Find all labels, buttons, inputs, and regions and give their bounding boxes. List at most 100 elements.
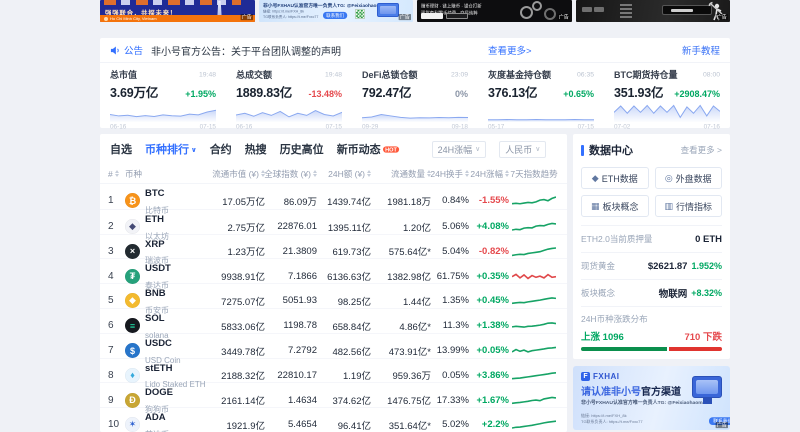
ad-banner-exchange[interactable]: 赚币理财 · 链上赚币 · 锁仓打新现货套利零手续费 · 交易纯粹 广告: [417, 0, 572, 22]
ad-banner-mining[interactable]: 广告: [576, 0, 731, 22]
data-center-more-link[interactable]: 查看更多 >: [681, 144, 722, 156]
column-header[interactable]: 24H涨幅: [469, 168, 509, 180]
change-24h: +0.45%: [469, 295, 509, 306]
column-header[interactable]: 币种: [125, 168, 205, 180]
column-header[interactable]: #: [108, 168, 125, 179]
filter-dropdown[interactable]: 24H涨幅: [432, 141, 487, 158]
table-row[interactable]: 5 ◆ BNB币安币 7275.07亿 5051.93 98.25亿 1.44亿…: [100, 283, 567, 308]
market-cap: 5833.06亿: [205, 319, 265, 333]
stat-value: 1889.83亿: [236, 82, 292, 101]
stat-card[interactable]: 灰度基金持仓额06:35 376.13亿+0.65% 05-1707-15: [478, 63, 604, 127]
circulating-supply: 1382.98亿: [371, 269, 431, 283]
table-row[interactable]: 7 $ USDCUSD Coin 3449.78亿 7.2792 482.56亿…: [100, 333, 567, 358]
coin-symbol: stETH: [145, 363, 172, 374]
stat-value: 376.13亿: [488, 82, 537, 101]
global-index-price: 22876.01: [265, 221, 317, 232]
table-row[interactable]: 6 ≡ SOLsolana 5833.06亿 1198.78 658.84亿 4…: [100, 308, 567, 333]
trend-sparkline: [512, 369, 556, 382]
banner-contact-button[interactable]: 联系我们: [323, 12, 347, 19]
stat-card[interactable]: 总成交额19:48 1889.83亿-13.48% 06-1607-15: [226, 63, 352, 127]
table-row[interactable]: 4 ₮ USDT泰达币 9938.91亿 7.1866 6136.63亿 138…: [100, 258, 567, 283]
banner-location: Ho Chi Minh City, Vietnam: [110, 16, 157, 21]
banner-deco: [620, 4, 632, 18]
volume-24h: 1.19亿: [317, 368, 371, 382]
sidebar-ad-banner[interactable]: FFXHAI 请认准非小号官方渠道 非小号FXHAU认准官方唯一负责人TG: @…: [573, 366, 730, 430]
stat-time: 19:48: [199, 71, 216, 79]
ad-banner-summit[interactable]: 强强联合，共探未来！ Ho Chi Minh City, Vietnam 广告: [100, 0, 255, 22]
beginner-tutorial-link[interactable]: 新手教程: [682, 43, 720, 57]
global-index-price: 1.4634: [265, 395, 317, 406]
data-center-row[interactable]: ETH2.0当前质押量 0 ETH: [581, 225, 722, 252]
tabs-row: 自选 币种排行 合约 热搜 历史高位 新币动态HOT 24H涨幅: [100, 134, 567, 164]
market-cap: 3449.78亿: [205, 344, 265, 358]
sidebar: 数据中心 查看更多 > ◆ETH数据 ◎外盘数据 ▦板块概念 ▥行情指标 ETH…: [573, 134, 730, 432]
turnover-24h: 1.35%: [431, 295, 469, 306]
row-change: +8.32%: [691, 288, 722, 298]
column-header[interactable]: 24H额 (¥): [317, 168, 371, 180]
coin-symbol: DOGE: [145, 387, 173, 398]
stat-sparkline: [488, 102, 594, 122]
data-center-button[interactable]: ◆ETH数据: [581, 167, 649, 189]
computer-graphic: [692, 376, 722, 398]
data-center-row[interactable]: 板块概念 物联网 +8.32%: [581, 279, 722, 306]
table-row[interactable]: 8 ♦ stETHLido Staked ETH 2188.32亿 22810.…: [100, 358, 567, 383]
column-header[interactable]: 24H换手: [431, 168, 469, 180]
data-center-row[interactable]: 现货黄金 $2621.87 1.952%: [581, 252, 722, 279]
tab[interactable]: 币种排行: [145, 141, 197, 157]
coin-icon: ₮: [125, 269, 140, 284]
ad-banner-fxh[interactable]: 非小号FXHAU认准官方唯一负责人TG: @Feixiaohaomak 链接: …: [259, 0, 414, 22]
tab[interactable]: 热搜: [245, 141, 267, 157]
table-row[interactable]: 2 ◆ ETH以太坊 2.75万亿 22876.01 1395.11亿 1.20…: [100, 209, 567, 234]
stat-card[interactable]: 总市值19:48 3.69万亿+1.95% 06-1607-15: [100, 63, 226, 127]
trend-sparkline: [512, 245, 556, 258]
stat-card[interactable]: DeFi总锁仓额23:09 792.47亿0% 09-2909-18: [352, 63, 478, 127]
market-cap: 2161.14亿: [205, 393, 265, 407]
stat-change: +0.65%: [563, 89, 594, 99]
market-stats-row: 总市值19:48 3.69万亿+1.95% 06-1607-15 总成交额19:…: [100, 63, 730, 127]
table-row[interactable]: 3 × XRP瑞波币 1.23万亿 21.3809 619.73亿 575.64…: [100, 234, 567, 259]
table-row[interactable]: 9 Ð DOGE狗狗币 2161.14亿 1.4634 374.62亿 1476…: [100, 382, 567, 407]
button-icon: ▥: [664, 201, 673, 212]
trend-sparkline: [512, 294, 556, 307]
stat-time: 23:09: [451, 71, 468, 79]
stat-sparkline: [614, 102, 720, 122]
view-more-link[interactable]: 查看更多>: [488, 43, 532, 57]
volume-24h: 96.41亿: [317, 418, 371, 432]
coin-symbol: SOL: [145, 313, 165, 324]
stat-label: BTC期货持仓量: [614, 68, 678, 81]
global-index-price: 7.2792: [265, 345, 317, 356]
notice-text[interactable]: 非小号官方公告：关于平台团队调整的声明: [151, 43, 341, 58]
column-header[interactable]: 全球指数 (¥): [265, 168, 317, 180]
data-center-panel: 数据中心 查看更多 > ◆ETH数据 ◎外盘数据 ▦板块概念 ▥行情指标 ETH…: [573, 134, 730, 359]
speaker-icon: [110, 45, 121, 56]
rank: 6: [108, 320, 125, 331]
stat-card[interactable]: BTC期货持仓量08:00 351.93亿+2908.47% 07-0207-1…: [604, 63, 730, 127]
data-center-button[interactable]: ◎外盘数据: [655, 167, 723, 189]
coin-icon: Ð: [125, 393, 140, 408]
tab[interactable]: 合约: [210, 141, 232, 157]
rank: 4: [108, 271, 125, 282]
volume-24h: 1395.11亿: [317, 220, 371, 234]
market-cap: 1921.9亿: [205, 418, 265, 432]
hot-badge: HOT: [383, 146, 399, 152]
tab[interactable]: 历史高位: [280, 141, 324, 157]
row-value: 0 ETH: [695, 234, 722, 245]
column-header[interactable]: 7天指数趋势: [509, 168, 559, 180]
filter-dropdown[interactable]: 人民币: [499, 141, 546, 158]
tab[interactable]: 新币动态HOT: [337, 141, 406, 157]
tab[interactable]: 自选: [110, 141, 132, 157]
table-row[interactable]: 1 ₿ BTC比特币 17.05万亿 86.09万 1439.74亿 1981.…: [100, 184, 567, 209]
stat-date-range: 06-1607-15: [110, 123, 216, 130]
column-header[interactable]: 流通数量: [371, 168, 431, 180]
top-ad-banners: 强强联合，共探未来！ Ho Chi Minh City, Vietnam 广告 …: [100, 0, 730, 22]
rank: 7: [108, 345, 125, 356]
column-header[interactable]: 流通市值 (¥): [205, 168, 265, 180]
stat-change: 0%: [455, 89, 468, 99]
data-center-button[interactable]: ▦板块概念: [581, 195, 649, 217]
stat-value: 3.69万亿: [110, 82, 158, 101]
global-index-price: 5.4654: [265, 419, 317, 430]
table-row[interactable]: 10 ✶ ADA艾达币 1921.9亿 5.4654 96.41亿 351.64…: [100, 407, 567, 432]
change-24h: +0.35%: [469, 271, 509, 282]
coin-cell[interactable]: ✶ ADA艾达币: [125, 408, 205, 432]
data-center-button[interactable]: ▥行情指标: [655, 195, 723, 217]
